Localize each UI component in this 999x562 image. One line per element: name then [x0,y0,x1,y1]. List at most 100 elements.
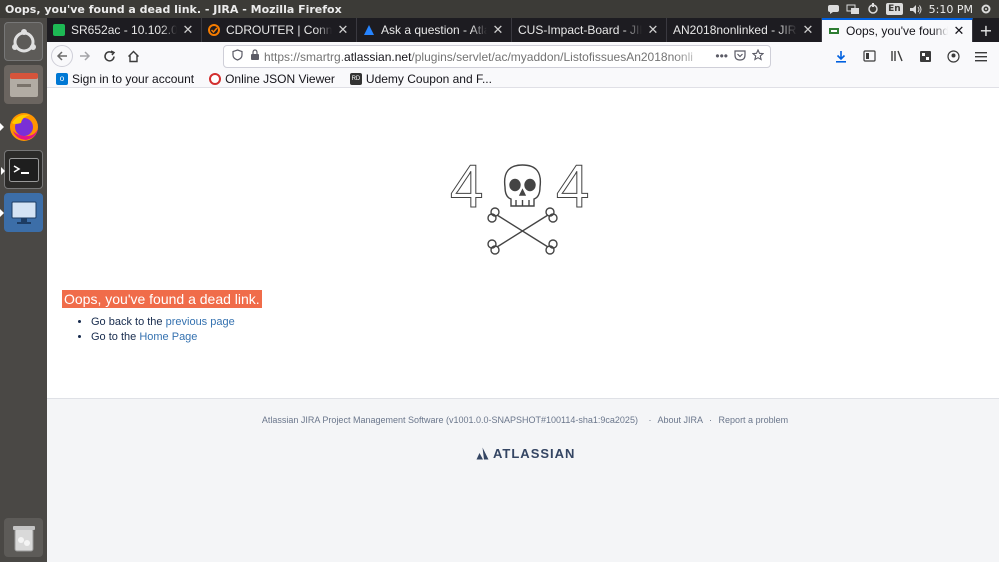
tab-an2018nonlinked[interactable]: AN2018nonlinked - JIRA ✕ [667,18,822,42]
tab-close-icon[interactable]: ✕ [181,22,195,38]
window-title: Oops, you've found a dead link. - JIRA -… [5,2,342,16]
json-viewer-icon [209,72,222,85]
new-tab-button[interactable]: + [973,18,999,42]
url-host: atlassian.net [344,49,412,64]
volume-icon[interactable] [909,3,923,15]
firefox-icon[interactable] [0,107,43,146]
tab-ask-a-question[interactable]: Ask a question - Atlass ✕ [357,18,512,42]
pocket-icon[interactable] [734,49,746,64]
account-button[interactable] [941,44,965,68]
back-button[interactable] [51,45,73,67]
atlassian-wordmark: ATLASSIAN [493,446,576,461]
atlassian-logo-icon [476,447,489,460]
list-item-prefix: Go to the [91,331,137,343]
settings-gear-icon[interactable] [979,3,993,15]
tab-close-icon[interactable]: ✕ [491,22,505,38]
tab-oops-dead-link[interactable]: Oops, you've found a de ✕ [822,18,973,42]
home-icon [127,50,139,62]
clock[interactable]: 5:10 PM [929,3,973,16]
hamburger-menu-icon [975,51,987,61]
bookmark-label: Sign in to your account [72,71,195,86]
arrow-left-icon [56,51,67,61]
library-button[interactable] [885,44,909,68]
ubuntu-dash-icon[interactable] [4,22,43,61]
list-item: Go to the Home Page [91,330,235,345]
digit-four-left: 4 [450,155,483,220]
recovery-links-list: Go back to the previous page Go to the H… [91,315,235,345]
bookmarks-toolbar: o Sign in to your account Online JSON Vi… [47,70,999,88]
trash-icon[interactable] [4,518,43,557]
page-footer: Atlassian JIRA Project Management Softwa… [47,398,999,562]
footer-links-row: Atlassian JIRA Project Management Softwa… [47,415,999,425]
green-square-favicon-icon [53,24,65,36]
footer-separator: · [648,415,652,425]
url-prefix: https://smartrg. [264,49,345,64]
reload-button[interactable] [97,44,121,68]
check-circle-favicon-icon [208,24,220,36]
tab-close-icon[interactable]: ✕ [801,22,815,38]
tab-label: SR652ac - 10.102.0.5 [71,23,177,37]
launcher [0,18,47,562]
files-icon[interactable] [4,65,43,104]
outlook-icon: o [56,72,68,85]
menu-button[interactable] [969,44,993,68]
bookmark-online-json-viewer[interactable]: Online JSON Viewer [200,72,341,86]
previous-page-link[interactable]: previous page [166,316,235,328]
tab-strip: SR652ac - 10.102.0.5 ✕ CDROUTER | Connec… [47,18,999,42]
forward-button[interactable] [73,44,97,68]
report-problem-link[interactable]: Report a problem [719,415,789,425]
tab-close-icon[interactable]: ✕ [646,22,660,38]
tab-label: Ask a question - Atlass [381,23,487,37]
bookmark-sign-in[interactable]: o Sign in to your account [47,72,200,86]
bookmark-star-icon[interactable] [751,48,765,64]
smartrg-favicon-icon [828,25,840,37]
url-text[interactable]: https://smartrg.atlassian.net/plugins/se… [264,50,709,64]
tab-label: CDROUTER | Connecti [226,23,332,37]
keyboard-layout-indicator[interactable]: En [886,3,903,15]
tab-label: Oops, you've found a de [846,24,948,38]
network-icon[interactable] [846,3,860,15]
tab-label: CUS-Impact-Board - JIRA [518,23,642,37]
skull-icon [503,164,542,207]
shield-icon[interactable] [228,49,246,64]
tab-cdrouter[interactable]: CDROUTER | Connecti ✕ [202,18,357,42]
udemy-icon: RD [349,72,362,85]
home-page-link[interactable]: Home Page [139,331,197,343]
download-icon [836,50,846,63]
atlassian-logo[interactable]: ATLASSIAN [476,446,575,461]
url-bar[interactable]: https://smartrg.atlassian.net/plugins/se… [223,45,771,68]
toolbar-right-buttons [829,44,993,68]
system-top-bar: Oops, you've found a dead link. - JIRA -… [0,0,999,18]
about-jira-link[interactable]: About JIRA [657,415,702,425]
account-icon [946,49,960,63]
tab-close-icon[interactable]: ✕ [952,23,966,39]
crossbones-icon [487,207,558,255]
bookmark-label: Udemy Coupon and F... [365,71,492,86]
digit-four-right: 4 [556,155,589,220]
chat-icon[interactable] [826,3,840,15]
lock-icon[interactable] [246,49,264,64]
home-button[interactable] [121,44,145,68]
remote-desktop-icon[interactable] [0,193,43,232]
system-indicators: En 5:10 PM [826,0,993,18]
extension-icon [919,50,931,62]
navigation-toolbar: https://smartrg.atlassian.net/plugins/se… [47,42,999,70]
terminal-icon[interactable] [1,150,43,189]
footer-software-version: Atlassian JIRA Project Management Softwa… [261,415,638,425]
page-actions-button[interactable]: ••• [715,49,728,64]
atlassian-favicon-icon [363,24,375,36]
list-item: Go back to the previous page [91,315,235,330]
footer-separator: · [709,415,713,425]
page-content: 4 4 Oops, you've found a dead link. Go b… [47,89,999,562]
tab-sr652ac[interactable]: SR652ac - 10.102.0.5 ✕ [47,18,202,42]
tab-cus-impact-board[interactable]: CUS-Impact-Board - JIRA ✕ [512,18,667,42]
library-icon [891,50,903,62]
arrow-right-icon [80,51,91,61]
tab-label: AN2018nonlinked - JIRA [673,23,797,37]
tab-close-icon[interactable]: ✕ [336,22,350,38]
extension-button[interactable] [913,44,937,68]
reader-view-button[interactable] [857,44,881,68]
bookmark-udemy-coupon[interactable]: RD Udemy Coupon and F... [341,72,498,86]
downloads-button[interactable] [829,44,853,68]
sync-icon[interactable] [866,3,880,15]
